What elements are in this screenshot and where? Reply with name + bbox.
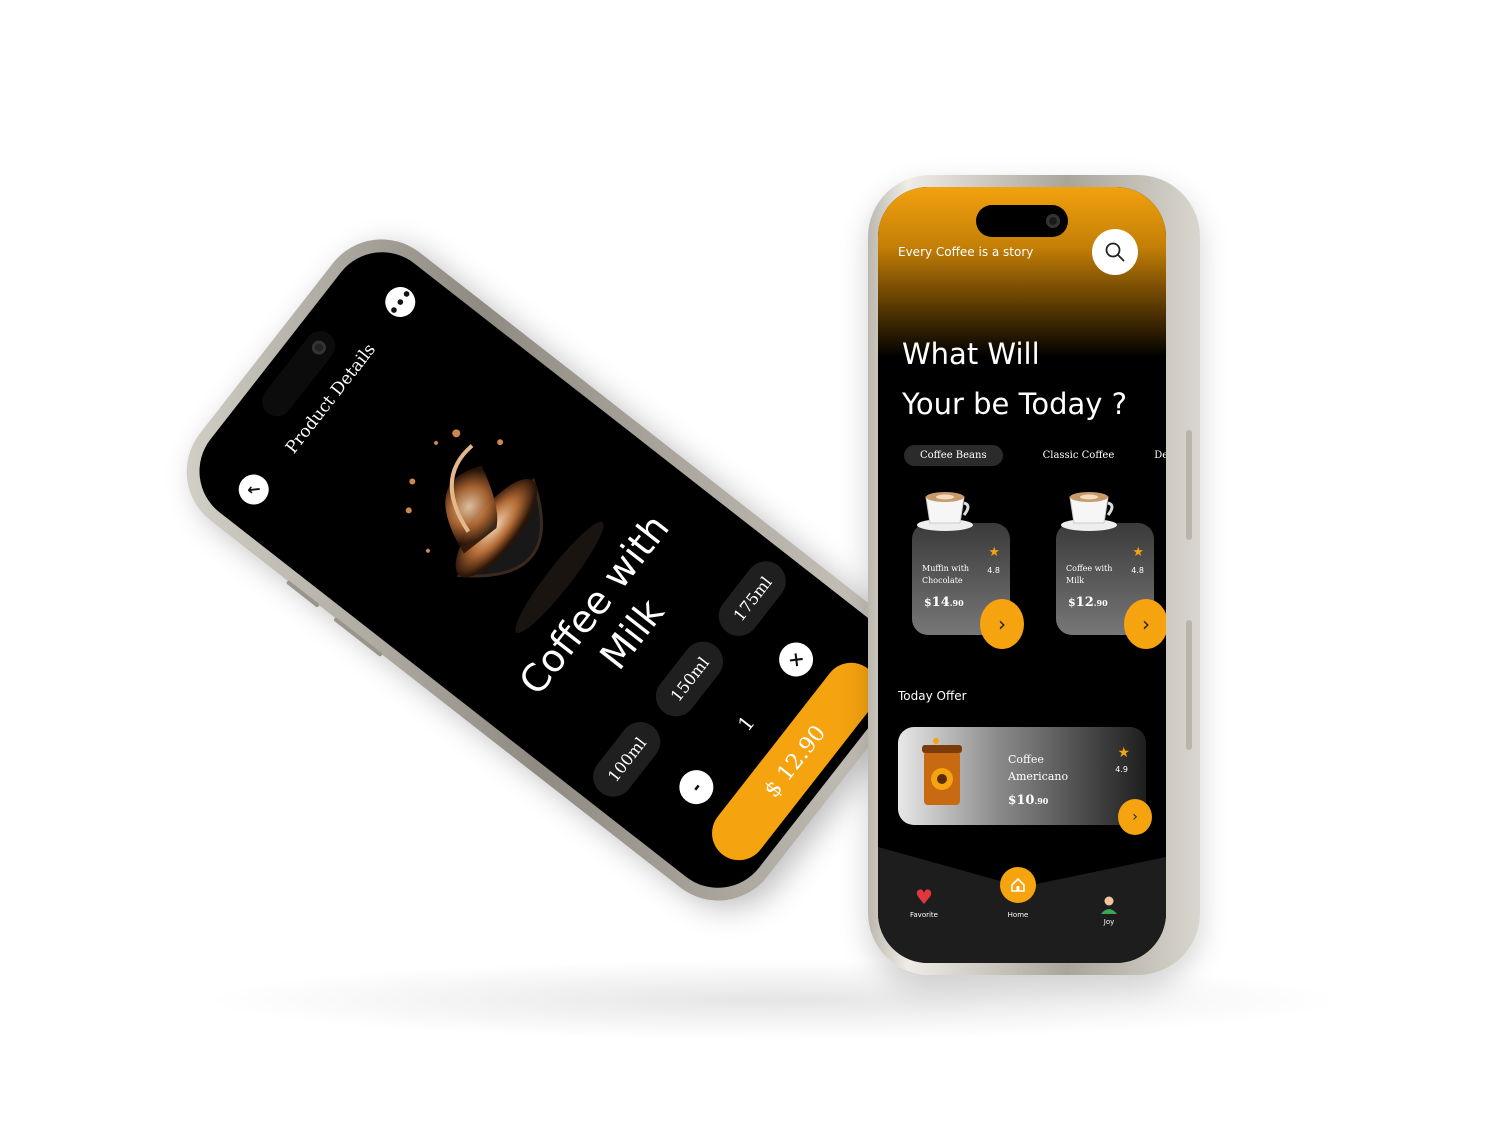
coffee-cup-image (1061, 492, 1117, 531)
side-button-lower (1186, 620, 1192, 750)
price-main: 10 (1016, 793, 1035, 808)
currency-symbol: $ (924, 596, 932, 609)
product-carousel: Muffin with Chocolate ★ 4.8 $14.90 › Cof… (912, 487, 1166, 657)
open-offer-button[interactable]: › (1118, 799, 1152, 835)
home-screen: Every Coffee is a story What Will Your b… (878, 187, 1166, 963)
open-product-button[interactable]: › (980, 599, 1024, 649)
user-icon (1101, 896, 1117, 914)
tab-coffee-beans[interactable]: Coffee Beans (904, 445, 1003, 466)
nav-label: Joy (1103, 918, 1115, 926)
price-main: 12 (1075, 595, 1094, 610)
tagline: Every Coffee is a story (898, 245, 1034, 259)
price-main: 14 (931, 595, 950, 610)
chevron-right-icon: › (1142, 612, 1150, 636)
decrement-button[interactable]: - (672, 763, 721, 811)
section-title: Today Offer (898, 689, 967, 703)
offer-name-line2: Americano (1008, 770, 1069, 783)
chevron-right-icon: › (1132, 809, 1138, 825)
heart-icon: ♥ (915, 885, 933, 909)
product-detail-phone: ↖ Product Details ••• Coffee with Milk 1… (161, 214, 939, 926)
search-icon (1105, 242, 1125, 262)
takeaway-cup-image (922, 738, 962, 805)
star-icon: ★ (988, 545, 1000, 560)
nav-home[interactable]: Home (1000, 867, 1036, 919)
nav-label: Favorite (910, 911, 938, 919)
price-cents: .90 (949, 598, 964, 608)
side-button (1186, 430, 1192, 540)
chevron-right-icon: › (998, 612, 1006, 636)
star-icon: ★ (1132, 545, 1144, 560)
offer-name-line1: Coffee (1008, 753, 1044, 766)
quantity-value: 1 (732, 710, 760, 736)
product-name: Muffin with Chocolate (922, 564, 970, 585)
product-price: $14.90 (924, 595, 964, 610)
dynamic-island (976, 205, 1068, 237)
currency-symbol: $ (1068, 596, 1076, 609)
nav-profile[interactable]: Joy (1100, 895, 1118, 926)
category-tabs: Coffee Beans Classic Coffee Dessert Co (904, 445, 1166, 466)
offer-rating: 4.9 (1115, 765, 1128, 774)
tab-classic-coffee[interactable]: Classic Coffee (1043, 450, 1115, 461)
product-price: $12.90 (1068, 595, 1108, 610)
product-rating: 4.8 (987, 566, 1000, 575)
nav-favorite[interactable]: ♥ Favorite (910, 885, 938, 919)
home-button (1000, 867, 1036, 903)
camera-icon (309, 337, 329, 358)
price-cents: .90 (1093, 598, 1108, 608)
product-rating: 4.8 (1131, 566, 1144, 575)
offer-card[interactable]: Coffee Americano $10.90 ★ 4.9 › (898, 727, 1152, 835)
price-cents: .90 (1034, 796, 1049, 806)
size-option-100ml[interactable]: 100ml (585, 713, 669, 805)
product-card[interactable]: Muffin with Chocolate ★ 4.8 $14.90 › (912, 492, 1024, 649)
offer-price: $10.90 (1008, 793, 1048, 808)
size-option-150ml[interactable]: 150ml (647, 633, 732, 725)
bottom-nav: ♥ Favorite Home Joy (878, 847, 1166, 963)
camera-icon (1046, 214, 1060, 228)
headline-line1: What Will (902, 337, 1040, 371)
headline: What Will Your be Today ? (902, 329, 1142, 429)
open-product-button[interactable]: › (1124, 599, 1166, 649)
coffee-cup-image (917, 492, 973, 531)
nav-label: Home (1007, 911, 1029, 919)
search-button[interactable] (1092, 229, 1138, 275)
increment-button[interactable]: × (772, 635, 820, 684)
product-name: Coffee with Milk (1066, 564, 1113, 585)
headline-line2: Your be Today ? (902, 387, 1128, 421)
star-icon: ★ (1117, 745, 1130, 761)
size-option-175ml[interactable]: 175ml (710, 553, 794, 645)
home-icon (1011, 877, 1025, 892)
offer-name: Coffee Americano (1008, 751, 1088, 785)
floor-shadow (200, 960, 1350, 1040)
product-card[interactable]: Coffee with Milk ★ 4.8 $12.90 › (1056, 492, 1166, 649)
tab-dessert-coffee[interactable]: Dessert Co (1154, 450, 1166, 461)
